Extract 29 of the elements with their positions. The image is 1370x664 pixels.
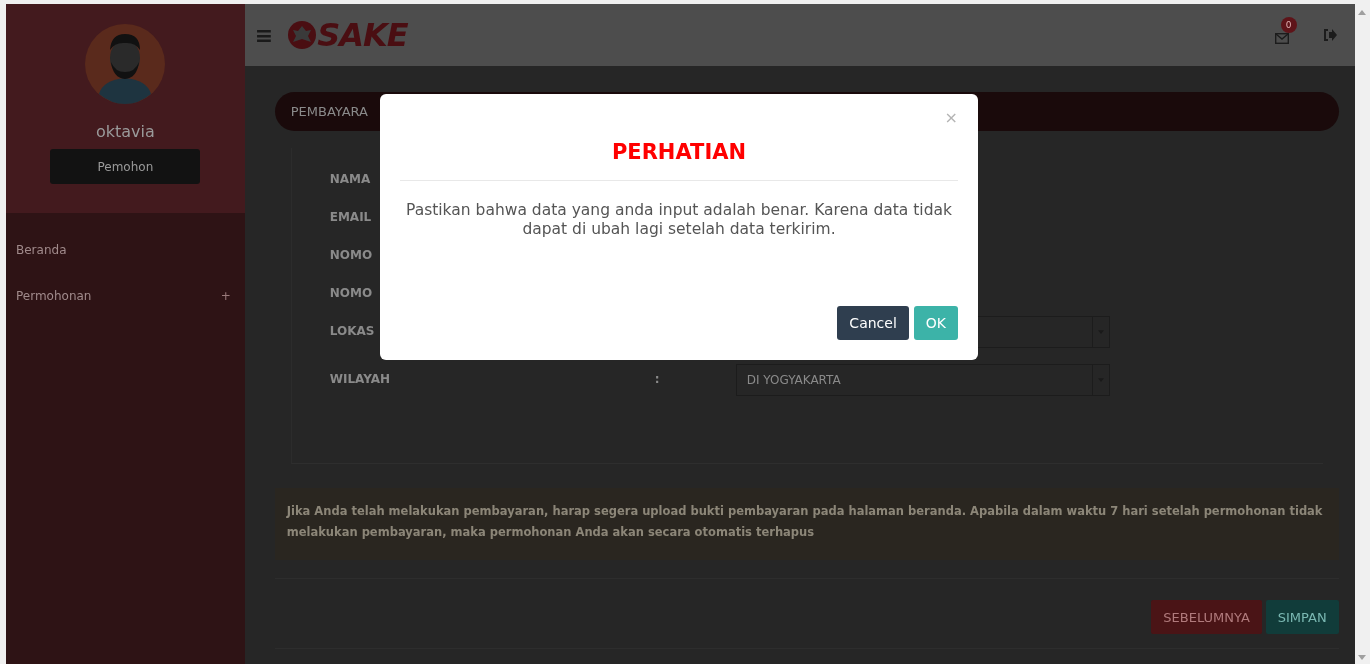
scroll-down-icon[interactable] [1358,655,1367,660]
field-label: NOMO [329,286,373,300]
logo-text: SAKE [317,16,408,54]
role-button[interactable]: Pemohon [50,149,201,184]
scroll-up-icon[interactable] [1358,10,1367,15]
avatar-silhouette-icon [85,24,166,104]
field-label: NAMA [329,172,371,186]
logout-icon[interactable] [1322,29,1337,41]
ok-button[interactable]: OK [913,306,958,340]
dialog-title: PERHATIAN [610,140,748,164]
expand-toggle[interactable]: + [220,289,231,303]
cancel-button[interactable]: Cancel [837,306,909,340]
field-label: NOMO [329,248,373,262]
save-button[interactable]: SIMPAN [1265,600,1339,634]
emblem-logo-icon [287,20,318,50]
mail-icon[interactable] [1274,32,1289,44]
section-title: PEMBAYARA [290,104,368,119]
menu-link[interactable]: Permohonan [16,289,221,303]
back-button[interactable]: SEBELUMNYA [1151,600,1262,634]
user-name: oktavia [95,122,155,141]
select-field[interactable]: DI YOGYAKARTA [735,364,1110,396]
menu-link[interactable]: Beranda [16,243,231,257]
notification-count: 0 [1280,16,1297,33]
field-label: LOKAS [329,324,375,338]
dialog-message: Pastikan bahwa data yang anda input adalah benar. Karena data tidak dapat di ubah lagi setelah data terkirim. [405,201,953,239]
notice-text: Jika Anda telah melakukan pembayaran, harap segera upload bukti pembayaran pada halaman beranda. Apabila dalam waktu 7 hari setelah permohonan tidak melakukan pembayaran, maka permohonan Anda akan secara otomatis terhapus [286,504,1323,539]
field-label: WILAYAH [329,372,391,386]
colon: : [654,372,660,386]
field-label: EMAIL [329,210,372,224]
